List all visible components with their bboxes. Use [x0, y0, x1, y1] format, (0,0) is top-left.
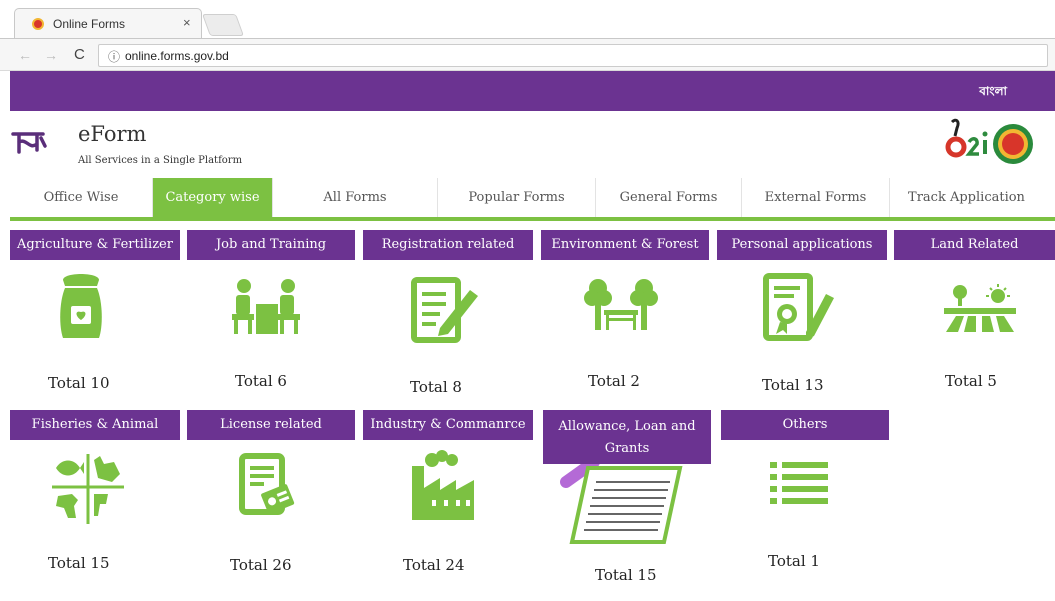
- category-title[interactable]: Others: [721, 410, 889, 440]
- tab-external-forms[interactable]: External Forms: [742, 178, 890, 217]
- category-total: Total 10: [48, 374, 110, 392]
- favicon-icon: [32, 18, 44, 30]
- factory-icon: [412, 450, 474, 520]
- job-training-icon: [232, 279, 300, 334]
- back-icon[interactable]: ←: [18, 47, 32, 63]
- certificate-icon: [763, 273, 834, 341]
- eform-logo-icon[interactable]: [11, 126, 47, 156]
- tab-track-application[interactable]: Track Application: [890, 178, 1043, 217]
- site-top-bar: বাংলা: [10, 71, 1055, 111]
- tab-popular-forms[interactable]: Popular Forms: [438, 178, 596, 217]
- tab-general-forms[interactable]: General Forms: [596, 178, 742, 217]
- url-text[interactable]: online.forms.gov.bd: [125, 49, 229, 63]
- category-total: Total 24: [403, 556, 465, 574]
- language-switch-link[interactable]: বাংলা: [979, 83, 1007, 103]
- category-total: Total 15: [48, 554, 110, 572]
- land-field-icon: [944, 284, 1016, 332]
- category-total: Total 8: [410, 378, 462, 396]
- brand-title[interactable]: eForm: [78, 122, 146, 146]
- category-title[interactable]: Registration related: [363, 230, 533, 260]
- registration-form-icon: [411, 277, 478, 343]
- category-title[interactable]: Environment & Forest: [541, 230, 709, 260]
- a2i-govt-logo-icon: [945, 118, 1033, 164]
- category-total: Total 26: [230, 556, 292, 574]
- category-total: Total 15: [595, 566, 657, 584]
- fertilizer-sack-icon: [60, 274, 102, 338]
- browser-tab-bar: Online Forms ×: [0, 0, 1055, 38]
- tab-title: Online Forms: [53, 17, 126, 31]
- category-title[interactable]: Industry & Commanrce: [363, 410, 533, 440]
- info-icon[interactable]: ⓘ: [108, 48, 120, 65]
- category-total: Total 5: [945, 372, 997, 390]
- reload-icon[interactable]: C: [74, 46, 85, 63]
- trees-bench-icon: [584, 279, 658, 330]
- fish-animal-icon: [52, 454, 124, 524]
- category-title[interactable]: Allowance, Loan and Grants: [543, 410, 711, 464]
- new-tab-button[interactable]: [201, 14, 245, 36]
- category-total: Total 13: [762, 376, 824, 394]
- tab-close-icon[interactable]: ×: [183, 15, 191, 30]
- browser-toolbar: ← → C ⓘ online.forms.gov.bd: [0, 38, 1055, 71]
- category-title[interactable]: License related: [187, 410, 355, 440]
- category-total: Total 1: [768, 552, 820, 570]
- category-title[interactable]: Land Related: [894, 230, 1055, 260]
- license-document-icon: [239, 453, 295, 515]
- category-total: Total 6: [235, 372, 287, 390]
- list-icon: [770, 462, 828, 504]
- category-title[interactable]: Personal applications: [717, 230, 887, 260]
- category-title[interactable]: Agriculture & Fertilizer: [10, 230, 180, 260]
- category-title[interactable]: Job and Training: [187, 230, 355, 260]
- category-title[interactable]: Fisheries & Animal: [10, 410, 180, 440]
- category-total: Total 2: [588, 372, 640, 390]
- main-nav: Office Wise Category wise All Forms Popu…: [10, 178, 1055, 221]
- tab-all-forms[interactable]: All Forms: [273, 178, 438, 217]
- forward-icon[interactable]: →: [44, 47, 58, 63]
- brand-tagline: All Services in a Single Platform: [78, 155, 243, 166]
- browser-tab[interactable]: Online Forms ×: [14, 8, 202, 38]
- tab-category-wise[interactable]: Category wise: [153, 178, 273, 217]
- allowance-document-pen-icon: [560, 456, 683, 544]
- address-bar[interactable]: ⓘ online.forms.gov.bd: [98, 44, 1048, 67]
- tab-office-wise[interactable]: Office Wise: [10, 178, 153, 217]
